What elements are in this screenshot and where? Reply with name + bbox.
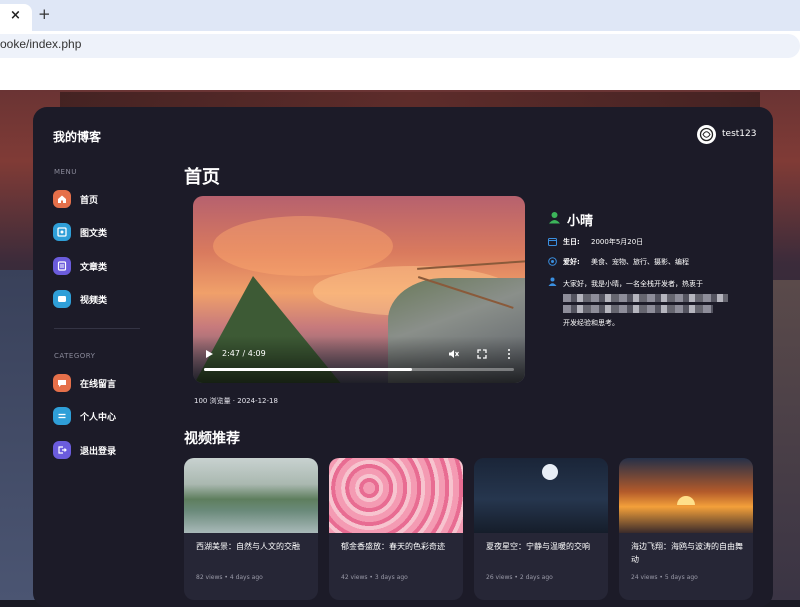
sidebar-item-images[interactable]: 图文类 xyxy=(53,223,153,243)
video-icon xyxy=(53,290,71,308)
category-section-label: CATEGORY xyxy=(54,352,96,360)
bio-text-end: 开发经验和思考。 xyxy=(563,319,619,327)
video-card-title[interactable]: 海边飞翔：海鸥与波涛的自由舞动 xyxy=(631,540,746,566)
video-progress-bar[interactable] xyxy=(204,368,514,371)
user-avatar[interactable] xyxy=(697,125,716,144)
video-card[interactable]: 海边飞翔：海鸥与波涛的自由舞动 24 views • 5 days ago xyxy=(619,458,753,600)
brand-title[interactable]: 我的博客 xyxy=(53,128,101,145)
video-controls-bar xyxy=(193,336,525,383)
address-bar xyxy=(0,31,800,60)
video-card-meta: 42 views • 3 days ago xyxy=(341,574,408,581)
sidebar-item-home[interactable]: 首页 xyxy=(53,190,153,210)
video-meta: 100 浏览量 · 2024-12-18 xyxy=(194,397,278,405)
sidebar-item-label: 图文类 xyxy=(80,229,108,239)
video-progress-fill xyxy=(204,368,412,371)
video-card-date: 5 days ago xyxy=(664,574,698,581)
menu-section-label: MENU xyxy=(54,168,77,176)
hobby-label: 爱好: xyxy=(563,258,580,266)
sidebar-item-label: 文章类 xyxy=(80,263,108,273)
video-card[interactable]: 西湖美景：自然与人文的交融 82 views • 4 days ago xyxy=(184,458,318,600)
url-field[interactable] xyxy=(0,34,800,58)
sidebar-item-messages[interactable]: 在线留言 xyxy=(53,374,153,394)
video-card[interactable]: 郁金香盛放：春天的色彩奇迹 42 views • 3 days ago xyxy=(329,458,463,600)
video-thumbnail[interactable] xyxy=(329,458,463,533)
profile-icon xyxy=(53,407,71,425)
sun-shape xyxy=(677,496,695,505)
article-icon xyxy=(53,257,71,275)
profile-bio: 大家好，我是小晴，一名全栈开发者，热衷于 开发经验和思考。 xyxy=(563,277,738,330)
calendar-icon xyxy=(548,238,557,246)
sidebar-item-label: 个人中心 xyxy=(80,413,117,423)
video-card-title[interactable]: 夏夜星空：宁静与温暖的交响 xyxy=(486,540,601,553)
new-tab-button[interactable]: + xyxy=(38,5,51,23)
video-frame-cloud xyxy=(213,216,393,276)
video-card-meta: 82 views • 4 days ago xyxy=(196,574,263,581)
logout-icon xyxy=(53,441,71,459)
more-options-icon[interactable] xyxy=(506,348,512,360)
sidebar-item-videos[interactable]: 视频类 xyxy=(53,290,153,310)
profile-birthday-row: 生日: 2000年5月20日 xyxy=(548,237,728,247)
person-icon xyxy=(548,277,557,286)
moon-shape xyxy=(542,464,558,480)
profile-name: 小晴 xyxy=(567,214,594,229)
close-tab-icon[interactable]: × xyxy=(10,8,21,23)
video-card-title[interactable]: 郁金香盛放：春天的色彩奇迹 xyxy=(341,540,456,553)
background-right-scene xyxy=(770,280,800,600)
sidebar-item-label: 在线留言 xyxy=(80,380,117,390)
openai-logo-icon xyxy=(699,127,714,142)
video-card-views: 26 views xyxy=(486,574,513,581)
video-card-views: 42 views xyxy=(341,574,368,581)
browser-tab[interactable]: × xyxy=(0,4,32,31)
hobby-value: 美食、宠物、旅行、摄影、编程 xyxy=(591,258,689,266)
bio-text: 大家好，我是小晴，一名全栈开发者，热衷于 xyxy=(563,280,703,288)
sidebar-item-label: 视频类 xyxy=(80,296,108,306)
browser-tab-bar: × + xyxy=(0,0,800,31)
video-card-meta: 26 views • 2 days ago xyxy=(486,574,553,581)
image-icon xyxy=(53,223,71,241)
video-card-views: 82 views xyxy=(196,574,223,581)
video-card-title[interactable]: 西湖美景：自然与人文的交融 xyxy=(196,540,311,553)
video-card-views: 24 views xyxy=(631,574,658,581)
fullscreen-icon[interactable] xyxy=(477,349,487,359)
video-card-date: 4 days ago xyxy=(229,574,263,581)
video-card[interactable]: 夏夜星空：宁静与温暖的交响 26 views • 2 days ago xyxy=(474,458,608,600)
sidebar-item-label: 首页 xyxy=(80,196,99,206)
message-icon xyxy=(53,374,71,392)
birthday-value: 2000年5月20日 xyxy=(591,238,644,246)
video-card-date: 3 days ago xyxy=(374,574,408,581)
redacted-text xyxy=(563,294,728,302)
page-title: 首页 xyxy=(184,167,220,188)
url-text[interactable]: ooke/index.php xyxy=(0,37,81,51)
redacted-text xyxy=(563,305,713,313)
video-thumbnail[interactable] xyxy=(184,458,318,533)
video-thumbnail[interactable] xyxy=(474,458,608,533)
sidebar-item-logout[interactable]: 退出登录 xyxy=(53,441,153,461)
sidebar-divider xyxy=(54,328,140,329)
recommend-title: 视频推荐 xyxy=(184,431,240,447)
video-time: 2:47 / 4:09 xyxy=(222,349,266,358)
sidebar-item-articles[interactable]: 文章类 xyxy=(53,257,153,277)
username[interactable]: test123 xyxy=(722,129,756,139)
video-card-date: 2 days ago xyxy=(519,574,553,581)
video-thumbnail[interactable] xyxy=(619,458,753,533)
mute-icon[interactable] xyxy=(448,349,459,359)
sidebar-item-label: 退出登录 xyxy=(80,447,117,457)
home-icon xyxy=(53,190,71,208)
profile-hobby-row: 爱好: 美食、宠物、旅行、摄影、编程 xyxy=(548,257,728,267)
bookmark-area xyxy=(0,60,800,90)
play-icon[interactable] xyxy=(204,349,214,359)
user-icon xyxy=(549,212,560,224)
target-icon xyxy=(548,257,557,266)
video-card-meta: 24 views • 5 days ago xyxy=(631,574,698,581)
sidebar-item-profile[interactable]: 个人中心 xyxy=(53,407,153,427)
birthday-label: 生日: xyxy=(563,238,580,246)
video-player[interactable]: 2:47 / 4:09 xyxy=(193,196,525,383)
